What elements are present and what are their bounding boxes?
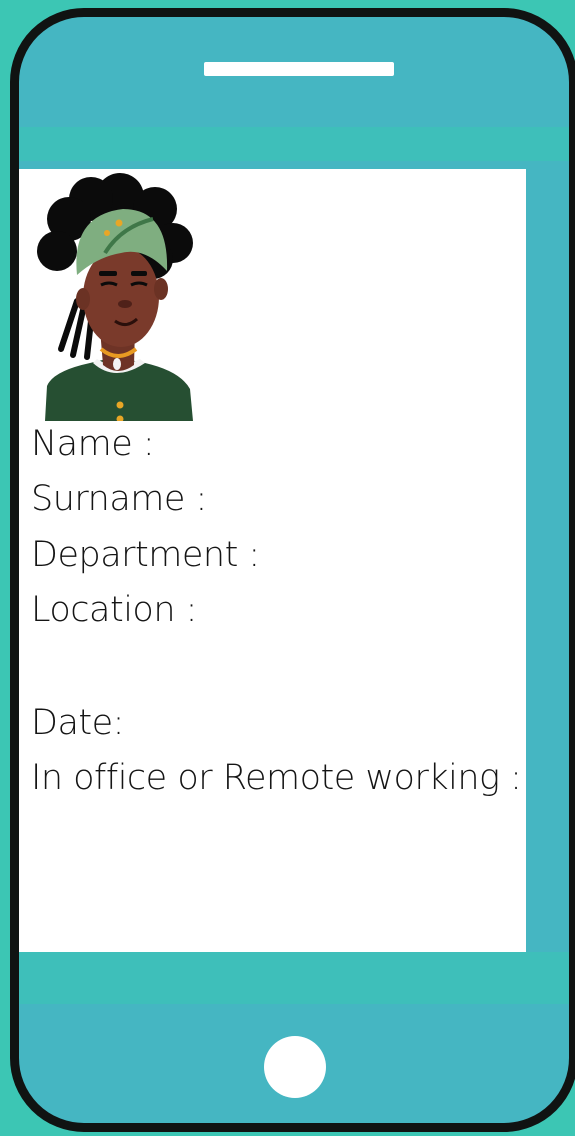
avatar	[37, 173, 193, 421]
surname-label: Surname :	[31, 479, 207, 519]
top-accent-band	[19, 127, 569, 161]
work-mode-label: In office or Remote working :	[31, 758, 522, 798]
location-label: Location :	[31, 590, 197, 630]
name-label: Name :	[31, 424, 155, 464]
speaker-slot	[204, 62, 394, 76]
home-button[interactable]	[264, 1036, 326, 1098]
phone-frame: Name : Surname : Department : Location :…	[10, 8, 575, 1132]
bottom-accent-band	[19, 952, 569, 1004]
date-label: Date:	[31, 703, 124, 743]
department-label: Department :	[31, 535, 260, 575]
